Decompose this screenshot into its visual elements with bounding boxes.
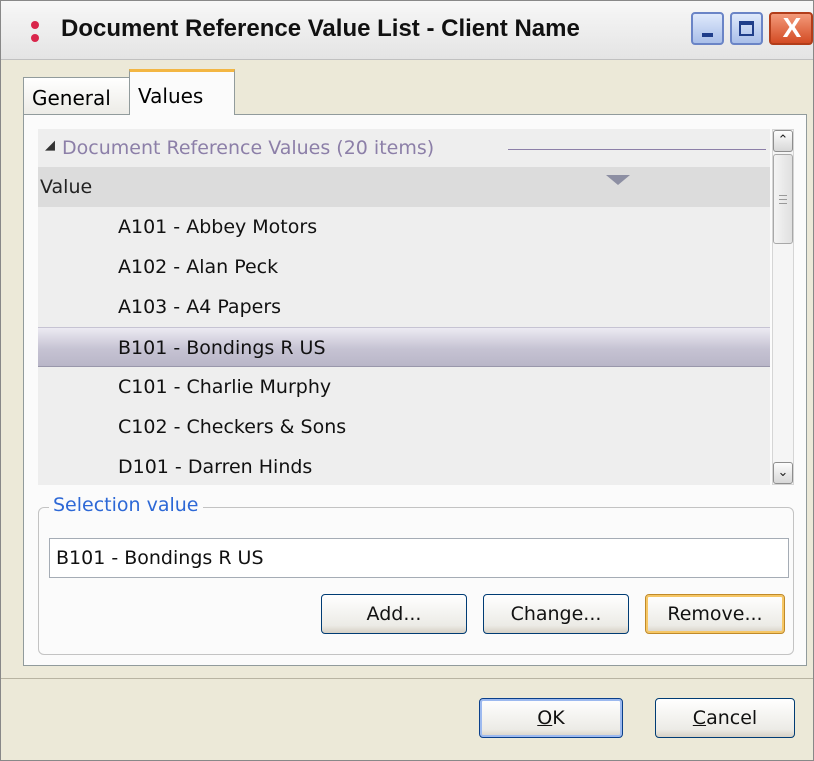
- dialog-window: Document Reference Value List - Client N…: [0, 0, 814, 761]
- list-item[interactable]: C101 - Charlie Murphy: [38, 367, 770, 407]
- ok-mnemonic: O: [537, 707, 553, 729]
- scroll-thumb[interactable]: [773, 154, 793, 244]
- cancel-label-rest: ancel: [706, 707, 758, 729]
- window-title: Document Reference Value List - Client N…: [61, 15, 580, 42]
- list-item-label: D101 - Darren Hinds: [118, 456, 313, 478]
- list-item-label: A101 - Abbey Motors: [118, 216, 318, 238]
- sort-down-icon[interactable]: [606, 175, 630, 185]
- list-item[interactable]: A101 - Abbey Motors: [38, 207, 770, 247]
- chevron-up-icon: ⌃: [777, 133, 789, 148]
- vertical-scrollbar[interactable]: ⌃ ⌄: [772, 129, 794, 485]
- list-item-label: B101 - Bondings R US: [118, 337, 326, 359]
- list-item[interactable]: A103 - A4 Papers: [38, 287, 770, 327]
- app-dots-icon: [31, 21, 39, 43]
- grip-icon: [779, 195, 787, 204]
- cancel-mnemonic: C: [692, 707, 707, 729]
- minimize-button[interactable]: [691, 12, 724, 45]
- list-item-selected[interactable]: B101 - Bondings R US: [38, 327, 770, 367]
- title-bar[interactable]: Document Reference Value List - Client N…: [1, 1, 813, 60]
- values-tab-panel: ◢ Document Reference Values (20 items) V…: [23, 114, 807, 666]
- list-item[interactable]: D101 - Darren Hinds: [38, 447, 770, 485]
- tab-values[interactable]: Values: [129, 69, 235, 115]
- ok-button[interactable]: OK: [479, 698, 623, 738]
- list-item[interactable]: A102 - Alan Peck: [38, 247, 770, 287]
- group-divider: [508, 149, 766, 150]
- group-header-label: Document Reference Values (20 items): [62, 137, 447, 159]
- ok-label-rest: K: [552, 707, 565, 729]
- list-item-label: C102 - Checkers & Sons: [118, 416, 347, 438]
- change-button[interactable]: Change...: [483, 594, 629, 634]
- list-item-label: C101 - Charlie Murphy: [118, 376, 332, 398]
- triangle-expand-icon[interactable]: ◢: [45, 138, 55, 153]
- close-icon: X: [782, 12, 802, 43]
- column-header-label: Value: [40, 176, 93, 198]
- column-header-value[interactable]: Value: [38, 167, 770, 207]
- scroll-down-button[interactable]: ⌄: [773, 462, 793, 484]
- maximize-button[interactable]: [730, 12, 763, 45]
- chevron-down-icon: ⌄: [777, 465, 789, 480]
- reference-values-list[interactable]: ◢ Document Reference Values (20 items) V…: [38, 129, 770, 485]
- close-button[interactable]: X: [769, 12, 813, 45]
- list-item[interactable]: C102 - Checkers & Sons: [38, 407, 770, 447]
- maximize-icon: [739, 21, 754, 36]
- selection-value-legend: Selection value: [49, 494, 203, 516]
- list-item-label: A103 - A4 Papers: [118, 296, 282, 318]
- add-button[interactable]: Add...: [321, 594, 467, 634]
- group-header[interactable]: ◢ Document Reference Values (20 items): [38, 129, 770, 167]
- list-item-label: A102 - Alan Peck: [118, 256, 279, 278]
- minimize-icon: [702, 33, 713, 37]
- cancel-button[interactable]: Cancel: [655, 698, 795, 738]
- remove-button[interactable]: Remove...: [645, 594, 785, 634]
- selection-value-group: Selection value Add... Change... Remove.…: [38, 494, 794, 655]
- tab-general[interactable]: General: [23, 77, 130, 115]
- scroll-up-button[interactable]: ⌃: [773, 130, 793, 152]
- footer-divider: [1, 678, 813, 679]
- selection-value-input[interactable]: [49, 538, 789, 578]
